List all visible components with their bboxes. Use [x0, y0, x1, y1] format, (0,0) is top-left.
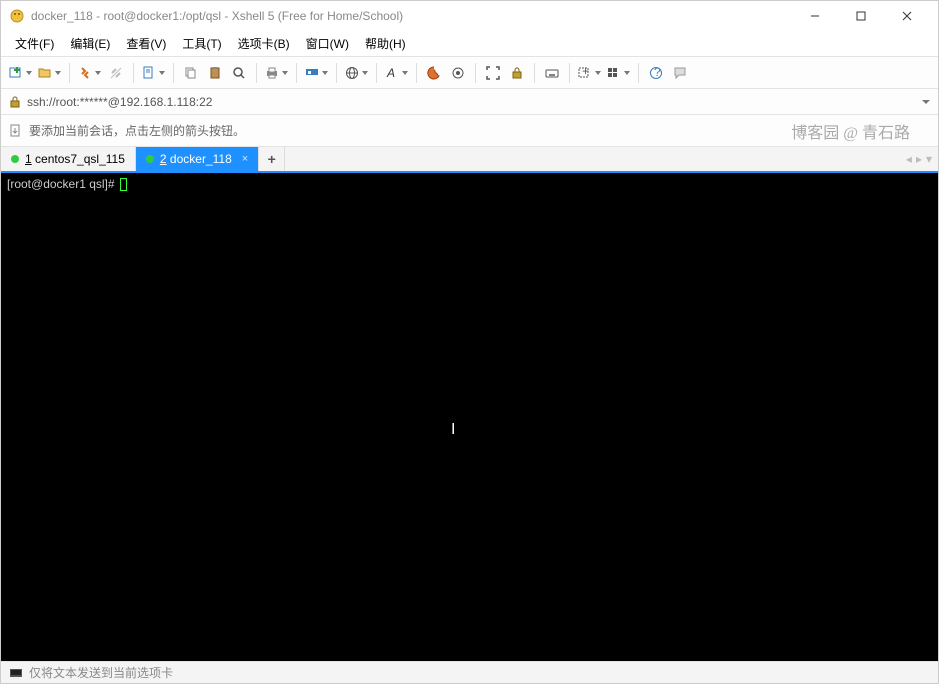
app-icon [9, 8, 25, 24]
text-cursor-icon: I [451, 421, 455, 439]
separator [416, 63, 417, 83]
svg-text:+: + [582, 66, 589, 78]
tab-label: 1 centos7_qsl_115 [25, 152, 125, 166]
tab-centos7[interactable]: 1 centos7_qsl_115 [1, 147, 136, 171]
properties-button[interactable] [140, 62, 167, 84]
tab-close-icon[interactable]: × [242, 153, 248, 165]
menu-window[interactable]: 窗口(W) [298, 32, 357, 55]
fullscreen-button[interactable] [482, 62, 504, 84]
terminal-cursor [120, 178, 127, 191]
lock-button[interactable] [506, 62, 528, 84]
color-scheme-button[interactable] [423, 62, 445, 84]
menu-tabs[interactable]: 选项卡(B) [230, 32, 298, 55]
reconnect-button[interactable] [76, 62, 103, 84]
new-session-button[interactable] [7, 62, 34, 84]
tab-list-dropdown-icon[interactable]: ▾ [926, 152, 932, 166]
status-dot-icon [11, 155, 19, 163]
hint-arrow-icon[interactable] [9, 124, 23, 138]
tab-scroll-left-icon[interactable]: ◂ [906, 152, 912, 166]
font-button[interactable]: A [383, 62, 410, 84]
menu-edit[interactable]: 编辑(E) [62, 32, 118, 55]
toolbar: A + ? [1, 57, 938, 89]
keyboard-button[interactable] [541, 62, 563, 84]
hint-text: 要添加当前会话，点击左侧的箭头按钮。 [29, 122, 245, 139]
watermark-text: 博客园 @ 青石路 [791, 119, 930, 143]
tab-scroll-right-icon[interactable]: ▸ [916, 152, 922, 166]
separator [475, 63, 476, 83]
separator [69, 63, 70, 83]
terminal-prompt: [root@docker1 qsl]# [7, 177, 932, 191]
separator [638, 63, 639, 83]
separator [133, 63, 134, 83]
tab-label: 2 docker_118 [160, 152, 232, 166]
encoding-button[interactable] [343, 62, 370, 84]
close-button[interactable] [884, 1, 930, 31]
minimize-button[interactable] [792, 1, 838, 31]
status-bar: 仅将文本发送到当前选项卡 [1, 661, 938, 683]
copy-button[interactable] [180, 62, 202, 84]
separator [376, 63, 377, 83]
terminal-pane[interactable]: [root@docker1 qsl]# I [1, 173, 938, 661]
svg-text:?: ? [654, 66, 661, 79]
menu-bar: 文件(F) 编辑(E) 查看(V) 工具(T) 选项卡(B) 窗口(W) 帮助(… [1, 31, 938, 57]
layout-grid-button[interactable] [605, 62, 632, 84]
menu-tools[interactable]: 工具(T) [174, 32, 229, 55]
disconnect-button[interactable] [105, 62, 127, 84]
address-dropdown-icon[interactable] [922, 98, 930, 106]
window-controls [792, 1, 930, 31]
send-mode-icon[interactable] [9, 666, 23, 680]
session-tabs: 1 centos7_qsl_115 2 docker_118 × + ◂ ▸ ▾ [1, 147, 938, 173]
separator [256, 63, 257, 83]
tab-docker[interactable]: 2 docker_118 × [136, 147, 259, 171]
menu-file[interactable]: 文件(F) [7, 32, 62, 55]
status-dot-icon [146, 155, 154, 163]
maximize-button[interactable] [838, 1, 884, 31]
open-button[interactable] [36, 62, 63, 84]
separator [534, 63, 535, 83]
xftp-button[interactable] [303, 62, 330, 84]
chat-button[interactable] [669, 62, 691, 84]
help-button[interactable]: ? [645, 62, 667, 84]
svg-text:A: A [386, 66, 395, 80]
new-tab-button[interactable]: + [259, 147, 285, 171]
layout-add-button[interactable]: + [576, 62, 603, 84]
paste-button[interactable] [204, 62, 226, 84]
menu-view[interactable]: 查看(V) [118, 32, 174, 55]
separator [173, 63, 174, 83]
status-text: 仅将文本发送到当前选项卡 [29, 664, 173, 681]
session-hint-bar: 要添加当前会话，点击左侧的箭头按钮。 博客园 @ 青石路 [1, 115, 938, 147]
title-bar: docker_118 - root@docker1:/opt/qsl - Xsh… [1, 1, 938, 31]
highlight-button[interactable] [447, 62, 469, 84]
lock-icon [9, 96, 21, 108]
separator [336, 63, 337, 83]
separator [296, 63, 297, 83]
address-text[interactable]: ssh://root:******@192.168.1.118:22 [27, 95, 916, 109]
menu-help[interactable]: 帮助(H) [357, 32, 414, 55]
find-button[interactable] [228, 62, 250, 84]
separator [569, 63, 570, 83]
address-bar: ssh://root:******@192.168.1.118:22 [1, 89, 938, 115]
window-title: docker_118 - root@docker1:/opt/qsl - Xsh… [31, 9, 792, 23]
tab-scroll-controls: ◂ ▸ ▾ [900, 147, 938, 171]
print-button[interactable] [263, 62, 290, 84]
